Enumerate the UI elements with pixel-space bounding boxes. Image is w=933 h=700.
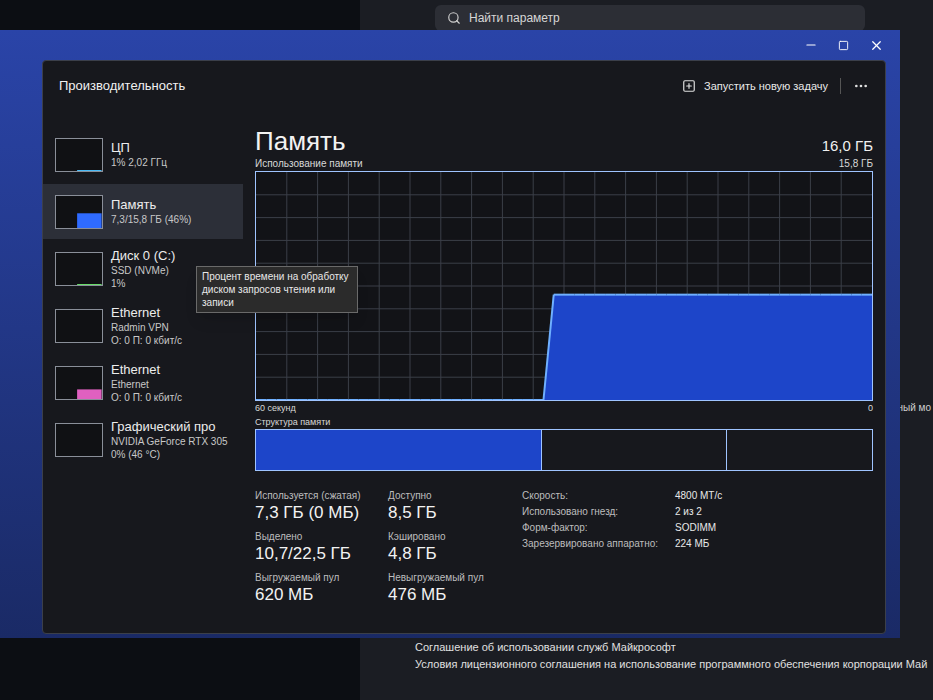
sidebar-item-detail: NVIDIA GeForce RTX 305 [111,435,228,448]
sidebar-item-detail: О: 0 П: 0 кбит/с [111,391,182,404]
sidebar-item-title: Графический про [111,419,228,435]
sidebar-item-title: ЦП [111,140,167,156]
main-title: Память [255,125,346,157]
sidebar-item[interactable]: Графический проNVIDIA GeForce RTX 3050% … [43,412,243,467]
total-memory: 16,0 ГБ [822,135,873,157]
axis-end: 0 [868,401,873,415]
search-field[interactable]: Найти параметр [435,5,865,31]
sidebar-item-detail: Ethernet [111,378,182,391]
desktop: Найти параметр ный мо Соглашение об исполь… [0,0,933,700]
links-list: Соглашение об использовании служб Майкро… [415,640,933,671]
new-task-icon [682,79,696,93]
structure-segment[interactable] [256,430,542,470]
sidebar-item-title: Память [111,197,191,213]
task-manager-window: Производительность Запустить новую задачу… [0,30,900,638]
search-placeholder: Найти параметр [469,9,560,27]
sidebar-item-detail: 1% [111,277,175,290]
maximize-icon[interactable] [838,40,849,51]
structure-segment[interactable] [542,430,727,470]
thumbnail-graph-icon [55,309,103,343]
detail-value: SODIMM [675,521,722,535]
details-grid: Скорость: 4800 МТ/с Использовано гнезд: 2 и… [522,489,722,606]
page-title: Производительность [59,76,185,96]
sidebar-item-detail: 0% (46 °C) [111,448,228,461]
structure-title: Структура памяти [255,415,873,429]
close-icon[interactable] [869,38,884,53]
more-icon[interactable] [853,78,869,94]
stat: Выгружаемый пул620 МБ [255,571,380,606]
stat: Невыгружаемый пул476 МБ [388,571,498,606]
minimize-icon[interactable] [804,38,818,52]
sidebar-item-title: Ethernet [111,305,182,321]
detail-label: Скорость: [522,489,667,503]
detail-label: Форм-фактор: [522,521,667,535]
link[interactable]: Соглашение об использовании служб Майкро… [415,640,933,654]
stats-grid: Используется (сжатая)7,3 ГБ (0 МБ)Доступ… [255,489,498,606]
thumbnail-graph-icon [55,366,103,400]
thumbnail-graph-icon [55,252,103,286]
sidebar-item-detail: 7,3/15,8 ГБ (46%) [111,213,191,226]
search-icon [447,11,461,25]
detail-value: 4800 МТ/с [675,489,722,503]
axis-start: 60 секунд [255,401,296,415]
sidebar-item-detail: 1% 2,02 ГГц [111,156,167,169]
memory-structure-bar [255,429,873,471]
tooltip: Процент времени на обработку диском запр… [196,266,358,313]
chart-title: Использование памяти [255,157,363,171]
sidebar-item-title: Диск 0 (C:) [111,248,175,264]
stat: Доступно8,5 ГБ [388,489,498,524]
detail-label: Использовано гнезд: [522,505,667,519]
thumbnail-graph-icon [55,195,103,229]
detail-value: 224 МБ [675,537,722,551]
sidebar-item[interactable]: Память7,3/15,8 ГБ (46%) [43,184,243,239]
sidebar-item-detail: О: 0 П: 0 кбит/с [111,334,182,347]
link[interactable]: Условия лицензионного соглашения на испо… [415,657,933,671]
thumbnail-graph-icon [55,138,103,172]
structure-segment[interactable] [727,430,872,470]
sidebar-item[interactable]: ЦП1% 2,02 ГГц [43,127,243,182]
new-task-button[interactable]: Запустить новую задачу [682,78,841,95]
stat: Выделено10,7/22,5 ГБ [255,530,380,565]
sidebar-item-detail: Radmin VPN [111,321,182,334]
sidebar-item-title: Ethernet [111,362,182,378]
thumbnail-graph-icon [55,423,103,457]
sidebar-item-detail: SSD (NVMe) [111,264,175,277]
main-panel: Память 16,0 ГБ Использование памяти 15,8 ГБ… [243,111,885,633]
header: Производительность Запустить новую задачу [43,61,885,111]
sidebar: ЦП1% 2,02 ГГцПамять7,3/15,8 ГБ (46%)Диск… [43,111,243,633]
chart-max: 15,8 ГБ [839,157,873,171]
detail-label: Зарезервировано аппаратно: [522,537,667,551]
side-text: ный мо [897,400,931,415]
content-panel: Производительность Запустить новую задачу… [42,60,886,634]
sidebar-item[interactable]: EthernetEthernetО: 0 П: 0 кбит/с [43,355,243,410]
detail-value: 2 из 2 [675,505,722,519]
stat: Используется (сжатая)7,3 ГБ (0 МБ) [255,489,380,524]
stat: Кэшировано4,8 ГБ [388,530,498,565]
title-bar [0,30,900,60]
